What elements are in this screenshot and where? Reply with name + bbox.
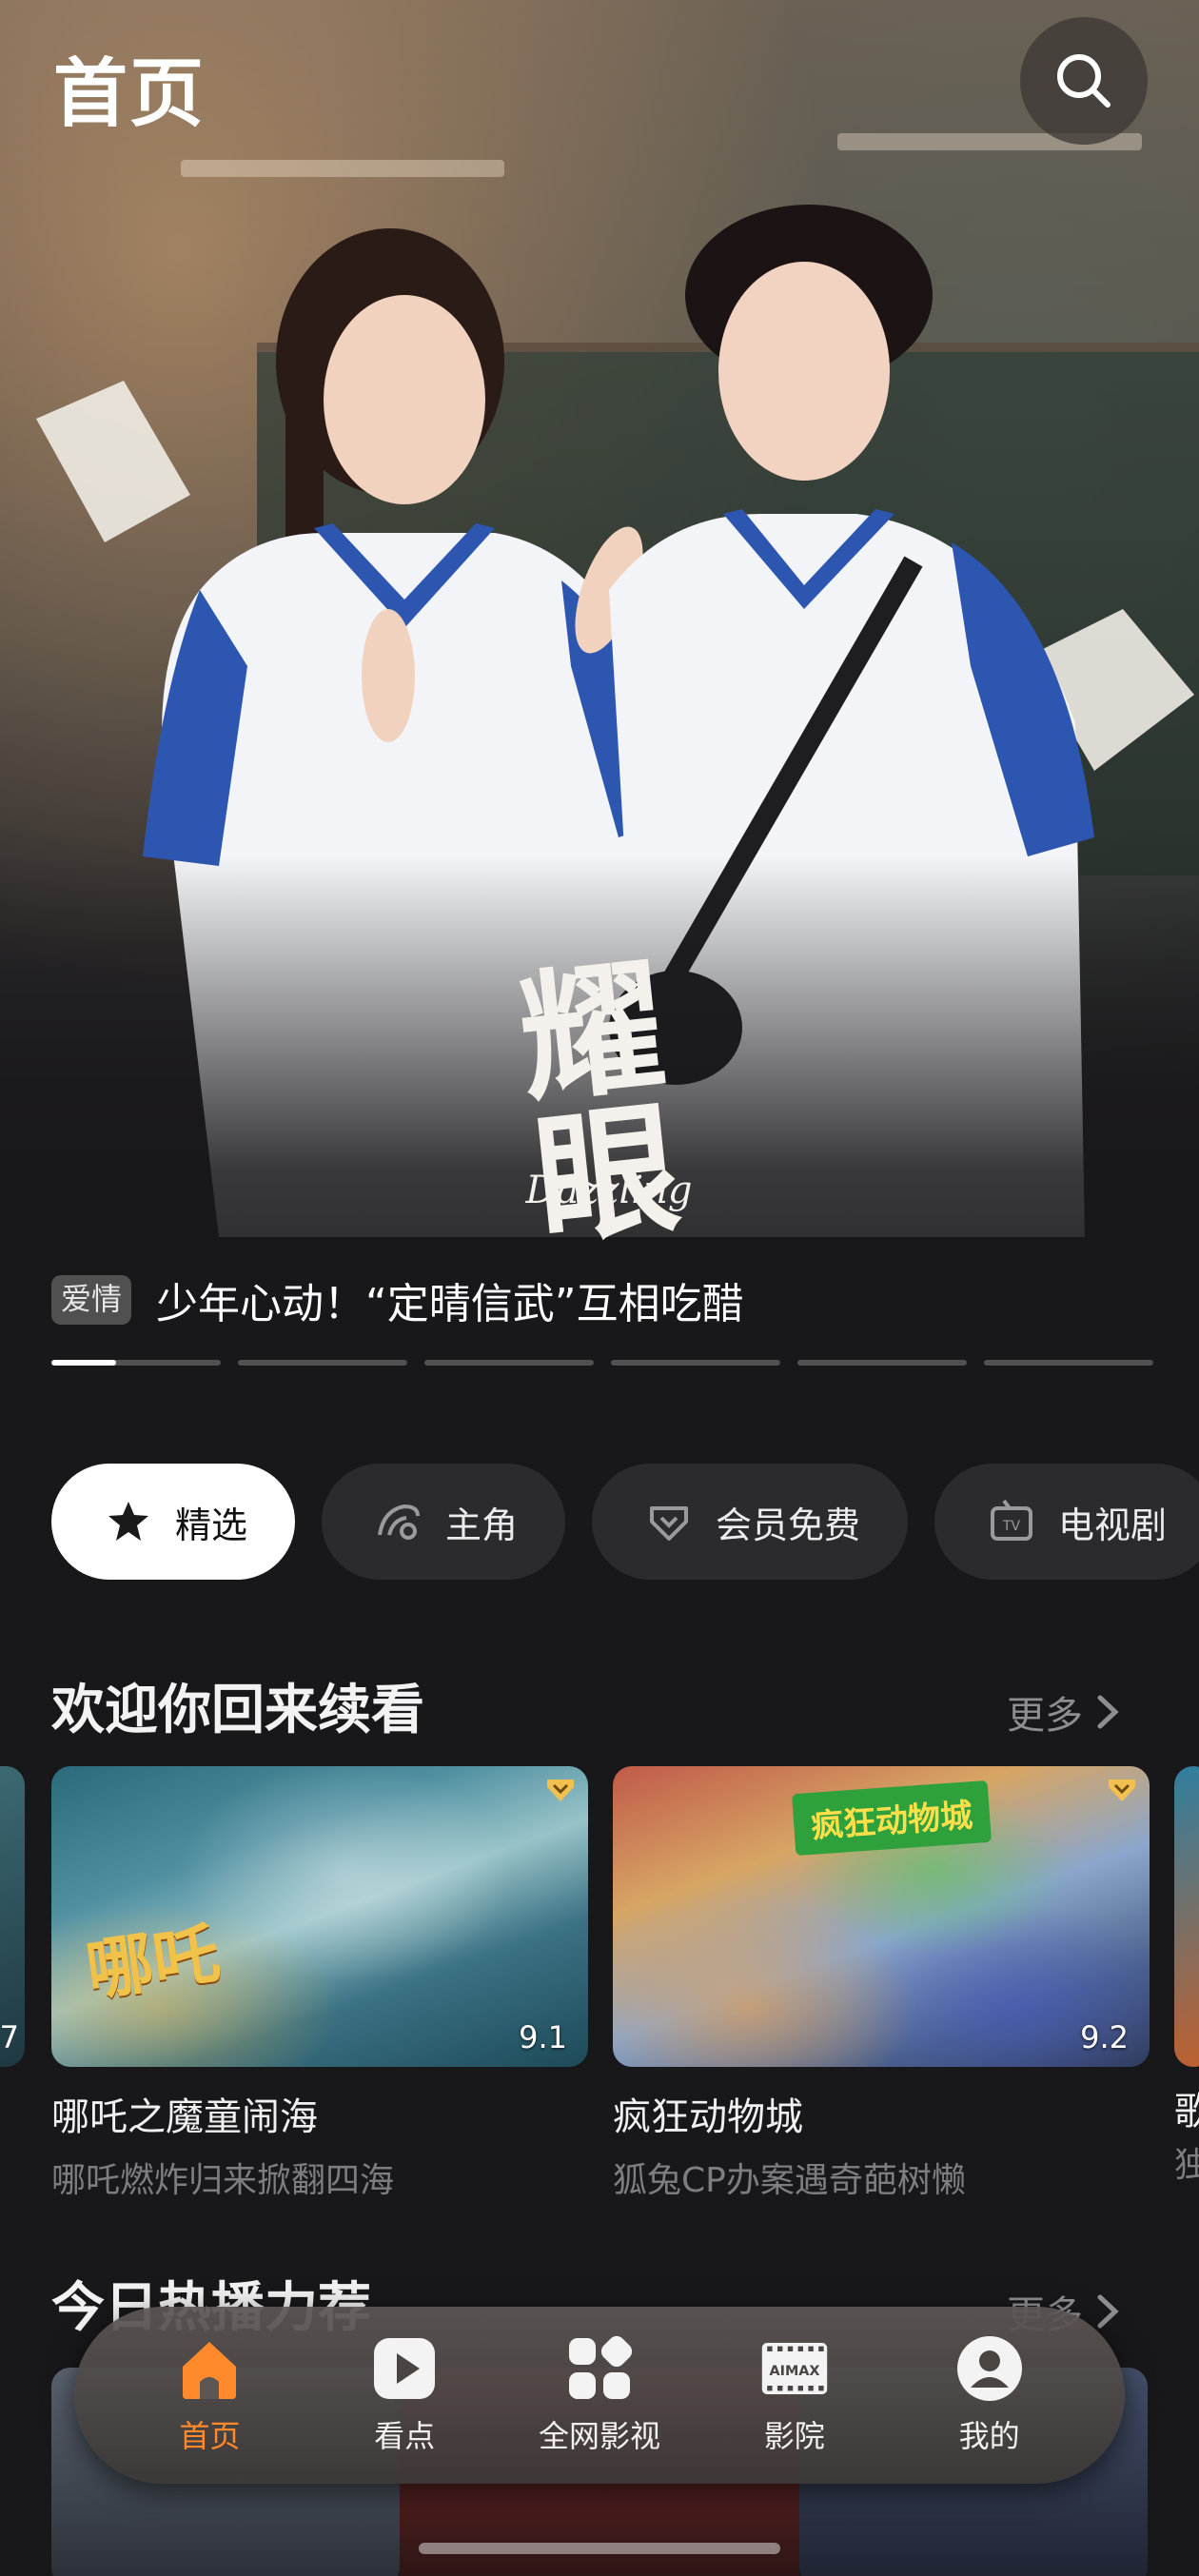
chip-label: 精选 — [175, 1504, 248, 1546]
banner-pagination — [51, 1360, 1153, 1366]
nav-profile[interactable]: 我的 — [904, 2334, 1075, 2456]
poster-sign: 疯狂动物城 — [791, 1780, 993, 1857]
video-title: 哪吒之魔童闹海 — [51, 2095, 318, 2139]
video-thumbnail: 疯狂动物城 9.2 — [613, 1766, 1150, 2067]
pagination-dot[interactable] — [51, 1360, 221, 1366]
grid-icon — [565, 2334, 634, 2403]
video-subtitle: 哪吒燃炸归来掀翻四海 — [51, 2161, 395, 2200]
section-title-continue: 欢迎你回来续看 — [51, 1680, 424, 1741]
drama-logo-subtitle: Dazzling — [525, 1169, 693, 1212]
hero-banner[interactable]: 耀眼 Dazzling 爱情 少年心动！“定晴信武”互相吃醋 — [0, 0, 1199, 1408]
poster-logo: 哪吒 — [81, 1913, 225, 2011]
svg-text:TV: TV — [1002, 1519, 1021, 1534]
bottom-navigation: 首页 看点 全网影视 AIMAX 影院 我的 — [74, 2307, 1125, 2484]
category-chips: 精选 主角 会员免费 TV 电视剧 — [51, 1464, 1199, 1580]
banner-caption-text: 少年心动！“定晴信武”互相吃醋 — [156, 1280, 744, 1328]
imax-icon-text: AIMAX — [769, 2364, 819, 2379]
peek-title: 歌 — [1174, 2090, 1199, 2134]
chip-featured[interactable]: 精选 — [51, 1464, 296, 1580]
rating-score: 9.2 — [1080, 2019, 1129, 2055]
page-title: 首页 — [53, 51, 206, 137]
rating-score: 9.1 — [519, 2019, 567, 2055]
more-label: 更多 — [1007, 1694, 1083, 1738]
nav-label: 首页 — [179, 2418, 241, 2454]
pagination-dot[interactable] — [238, 1360, 407, 1366]
more-link-continue[interactable]: 更多 — [1007, 1684, 1121, 1740]
vip-badge-icon — [544, 1772, 577, 1804]
play-icon — [370, 2334, 439, 2403]
nav-cinema[interactable]: AIMAX 影院 — [709, 2334, 880, 2456]
peek-score: 7 — [0, 2019, 19, 2055]
profile-icon — [955, 2334, 1024, 2403]
genre-tag: 爱情 — [51, 1275, 132, 1325]
chip-protagonist[interactable]: 主角 — [322, 1464, 566, 1580]
nav-label: 影院 — [763, 2418, 825, 2454]
nav-highlights[interactable]: 看点 — [319, 2334, 490, 2456]
vip-badge-icon — [1106, 1772, 1138, 1804]
video-card[interactable]: 哪吒 9.1 哪吒之魔童闹海 哪吒燃炸归来掀翻四海 — [51, 1766, 588, 2202]
pagination-progress — [51, 1360, 116, 1366]
card-peek-right[interactable] — [1174, 1766, 1199, 2067]
card-peek-left[interactable]: 7 — [0, 1766, 25, 2067]
pagination-dot[interactable] — [611, 1360, 780, 1366]
vip-diamond-icon — [643, 1496, 695, 1547]
peek-subtitle: 独 — [1174, 2146, 1199, 2185]
pagination-dot[interactable] — [424, 1360, 594, 1366]
search-button[interactable] — [1020, 17, 1148, 145]
pagination-dot[interactable] — [984, 1360, 1153, 1366]
search-icon — [1057, 54, 1111, 108]
protagonist-icon — [373, 1496, 424, 1547]
chip-vip-free[interactable]: 会员免费 — [592, 1464, 909, 1580]
app-screen: 耀眼 Dazzling 爱情 少年心动！“定晴信武”互相吃醋 首页 精选 主角 … — [0, 0, 1199, 2576]
chip-tv-series[interactable]: TV 电视剧 — [934, 1464, 1199, 1580]
star-icon — [103, 1496, 154, 1547]
nav-label: 全网影视 — [538, 2418, 660, 2454]
home-indicator[interactable] — [419, 2543, 780, 2554]
pagination-dot[interactable] — [797, 1360, 967, 1366]
chevron-right-icon — [1097, 2294, 1119, 2329]
nav-label: 我的 — [958, 2418, 1020, 2454]
nav-home[interactable]: 首页 — [124, 2334, 295, 2456]
chip-label: 会员免费 — [716, 1504, 861, 1546]
nav-all-media[interactable]: 全网影视 — [514, 2334, 685, 2456]
video-thumbnail: 哪吒 9.1 — [51, 1766, 588, 2067]
nav-label: 看点 — [374, 2418, 436, 2454]
chevron-right-icon — [1097, 1695, 1119, 1729]
video-card[interactable]: 疯狂动物城 9.2 疯狂动物城 狐兔CP办案遇奇葩树懒 — [613, 1766, 1150, 2202]
chip-label: 主角 — [445, 1504, 519, 1546]
video-subtitle: 狐兔CP办案遇奇葩树懒 — [613, 2161, 966, 2200]
chip-label: 电视剧 — [1058, 1504, 1168, 1546]
tv-icon: TV — [986, 1496, 1037, 1547]
banner-caption[interactable]: 爱情 少年心动！“定晴信武”互相吃醋 — [51, 1269, 744, 1330]
video-title: 疯狂动物城 — [613, 2095, 803, 2139]
imax-icon: AIMAX — [760, 2334, 829, 2403]
home-icon — [175, 2334, 244, 2403]
